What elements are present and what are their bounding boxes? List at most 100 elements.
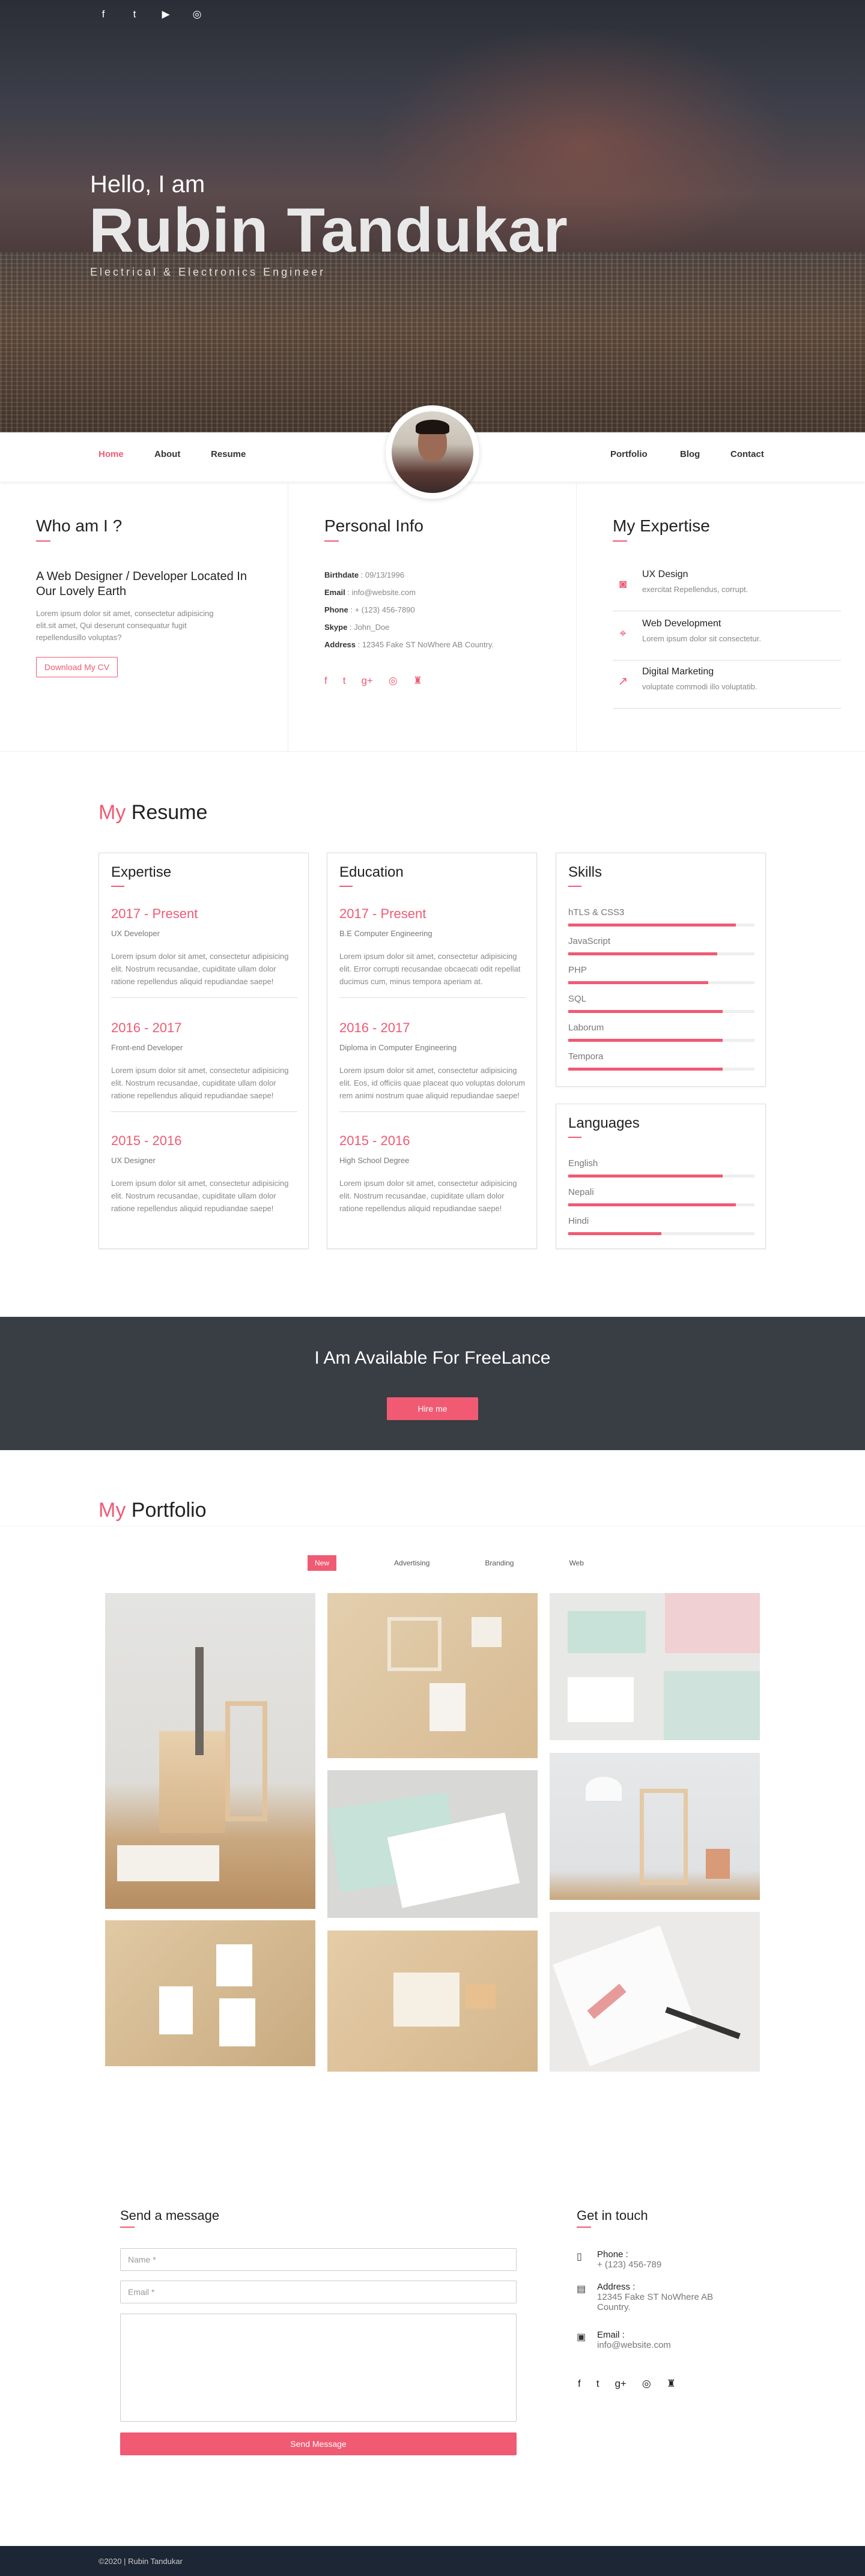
info-title: Personal Info (324, 516, 423, 535)
hero-section: f t ▶ ◎ Hello, I am Rubin Tandukar Elect… (0, 0, 865, 432)
contact-phone: ▯ Phone : + (123) 456-789 (577, 2249, 662, 2270)
get-in-touch-title: Get in touch (577, 2208, 648, 2223)
nav-blog[interactable]: Blog (680, 449, 700, 459)
hero-name: Rubin Tandukar (89, 196, 568, 265)
skill-bar-fill (568, 1039, 723, 1042)
download-cv-button[interactable]: Download My CV (36, 657, 118, 677)
hero-subtitle: Electrical & Electronics Engineer (90, 266, 326, 278)
footer-copyright: ©2020 | Rubin Tandukar (99, 2557, 183, 2566)
facebook-icon[interactable]: f (97, 8, 109, 20)
skill-item: Tempora (568, 1051, 754, 1071)
github-icon[interactable]: ♜ (667, 2378, 676, 2390)
portfolio-item-desk-lamp[interactable] (550, 1753, 760, 1900)
youtube-icon[interactable]: ▶ (160, 8, 172, 20)
name-field[interactable]: Name * (120, 2248, 517, 2271)
filter-new[interactable]: New (308, 1555, 337, 1571)
nav-about[interactable]: About (154, 449, 180, 459)
send-message-button[interactable]: Send Message (120, 2432, 517, 2455)
portfolio-item-notebook[interactable] (327, 1930, 538, 2072)
hero-greeting: Hello, I am (90, 171, 205, 198)
skill-bar-fill (568, 924, 736, 927)
skill-bar-fill (568, 952, 717, 955)
language-bar-fill (568, 1175, 723, 1178)
language-bar-fill (568, 1232, 661, 1235)
ux-design-icon: ◙ (619, 578, 627, 591)
twitter-icon[interactable]: t (129, 8, 141, 20)
resume-entry: 2015 - 2016 UX Designer Lorem ipsum dolo… (111, 1133, 289, 1213)
email-field[interactable]: Email * (120, 2281, 517, 2303)
twitter-icon[interactable]: t (343, 675, 346, 687)
personal-info-column: Personal Info Birthdate : 09/13/1996 Ema… (288, 482, 577, 752)
google-plus-icon[interactable]: g+ (615, 2378, 626, 2390)
nav-portfolio[interactable]: Portfolio (610, 449, 648, 459)
expertise-item: ⌖ Web Development Lorem ipsum dolor sit … (613, 618, 841, 661)
nav-resume[interactable]: Resume (211, 449, 246, 459)
resume-title: My Resume (99, 801, 208, 824)
expertise-item: ◙ UX Design exercitat Repellendus, corru… (613, 569, 841, 611)
hire-me-button[interactable]: Hire me (387, 1397, 478, 1420)
info-social-links: f t g+ ◎ ♜ (324, 675, 422, 687)
google-plus-icon[interactable]: g+ (361, 675, 372, 687)
portfolio-title: My Portfolio (99, 1499, 207, 1522)
language-item: Hindi (568, 1216, 754, 1235)
web-development-icon: ⌖ (619, 627, 627, 640)
skill-item: JavaScript (568, 936, 754, 955)
contact-address: ▤ Address :12345 Fake ST NoWhere AB Coun… (577, 2282, 714, 2312)
expertise-item: ↗ Digital Marketing voluptate commodi il… (613, 667, 841, 709)
portfolio-item-sketches[interactable] (550, 1912, 760, 2072)
twitter-icon[interactable]: t (596, 2378, 599, 2390)
phone-icon: ▯ (577, 2252, 582, 2262)
resume-entry: 2016 - 2017 Diploma in Computer Engineer… (339, 1020, 526, 1112)
who-am-i-column: Who am I ? A Web Designer / Developer Lo… (0, 482, 288, 752)
freelance-banner: I Am Available For FreeLance Hire me (0, 1317, 865, 1450)
message-textarea[interactable] (120, 2314, 517, 2422)
facebook-icon[interactable]: f (324, 675, 327, 687)
skill-bar-fill (568, 1010, 723, 1013)
nav-home[interactable]: Home (99, 449, 124, 459)
filter-advertising[interactable]: Advertising (387, 1555, 437, 1571)
expertise-column: My Expertise ◙ UX Design exercitat Repel… (577, 482, 865, 752)
filter-branding[interactable]: Branding (478, 1555, 521, 1571)
resume-entry: 2016 - 2017 Front-end Developer Lorem ip… (111, 1020, 297, 1112)
instagram-icon[interactable]: ◎ (191, 8, 203, 20)
filter-web[interactable]: Web (562, 1555, 590, 1571)
skill-bar-fill (568, 1068, 723, 1071)
digital-marketing-icon: ↗ (618, 675, 628, 688)
instagram-icon[interactable]: ◎ (642, 2378, 651, 2390)
contact-email: ▣ Email : info@website.com (577, 2330, 671, 2350)
skill-bar-fill (568, 981, 708, 984)
avatar (386, 405, 479, 499)
languages-card: Languages English Nepali Hindi (556, 1104, 766, 1249)
language-bar-fill (568, 1203, 736, 1206)
portfolio-item-stationery[interactable] (327, 1593, 538, 1758)
nav-contact[interactable]: Contact (730, 449, 764, 459)
expertise-card: Expertise 2017 - Present UX Developer Lo… (99, 853, 309, 1249)
info-phone: Phone : + (123) 456-7890 (324, 605, 415, 614)
map-icon: ▤ (577, 2284, 586, 2294)
freelance-title: I Am Available For FreeLance (314, 1348, 551, 1368)
portfolio-item-desk-organizer[interactable] (105, 1593, 315, 1909)
send-message-title: Send a message (120, 2208, 220, 2223)
footer: ©2020 | Rubin Tandukar (0, 2546, 865, 2576)
skill-item: hTLS & CSS3 (568, 907, 754, 927)
info-address: Address : 12345 Fake ST NoWhere AB Count… (324, 640, 494, 649)
instagram-icon[interactable]: ◎ (389, 675, 398, 687)
skills-card: Skills hTLS & CSS3 JavaScript PHP SQL La… (556, 853, 766, 1087)
expertise-title: My Expertise (613, 516, 710, 535)
facebook-icon[interactable]: f (578, 2378, 581, 2390)
skill-item: SQL (568, 994, 754, 1013)
education-card: Education 2017 - Present B.E Computer En… (327, 853, 537, 1249)
portfolio-item-business-cards[interactable] (550, 1593, 760, 1740)
hero-social-links: f t ▶ ◎ (97, 8, 203, 20)
who-title: Who am I ? (36, 516, 123, 535)
info-email: Email : info@website.com (324, 588, 416, 597)
portfolio-item-branding-cards[interactable] (105, 1920, 315, 2066)
info-birthdate: Birthdate : 09/13/1996 (324, 570, 404, 579)
skill-item: Laborum (568, 1023, 754, 1042)
resume-entry: 2015 - 2016 High School Degree Lorem ips… (339, 1133, 517, 1213)
language-item: English (568, 1158, 754, 1178)
about-section: Who am I ? A Web Designer / Developer Lo… (0, 482, 865, 752)
github-icon[interactable]: ♜ (413, 675, 422, 687)
info-skype: Skype : John_Doe (324, 623, 390, 632)
portfolio-item-thank-you-card[interactable] (327, 1770, 538, 1918)
